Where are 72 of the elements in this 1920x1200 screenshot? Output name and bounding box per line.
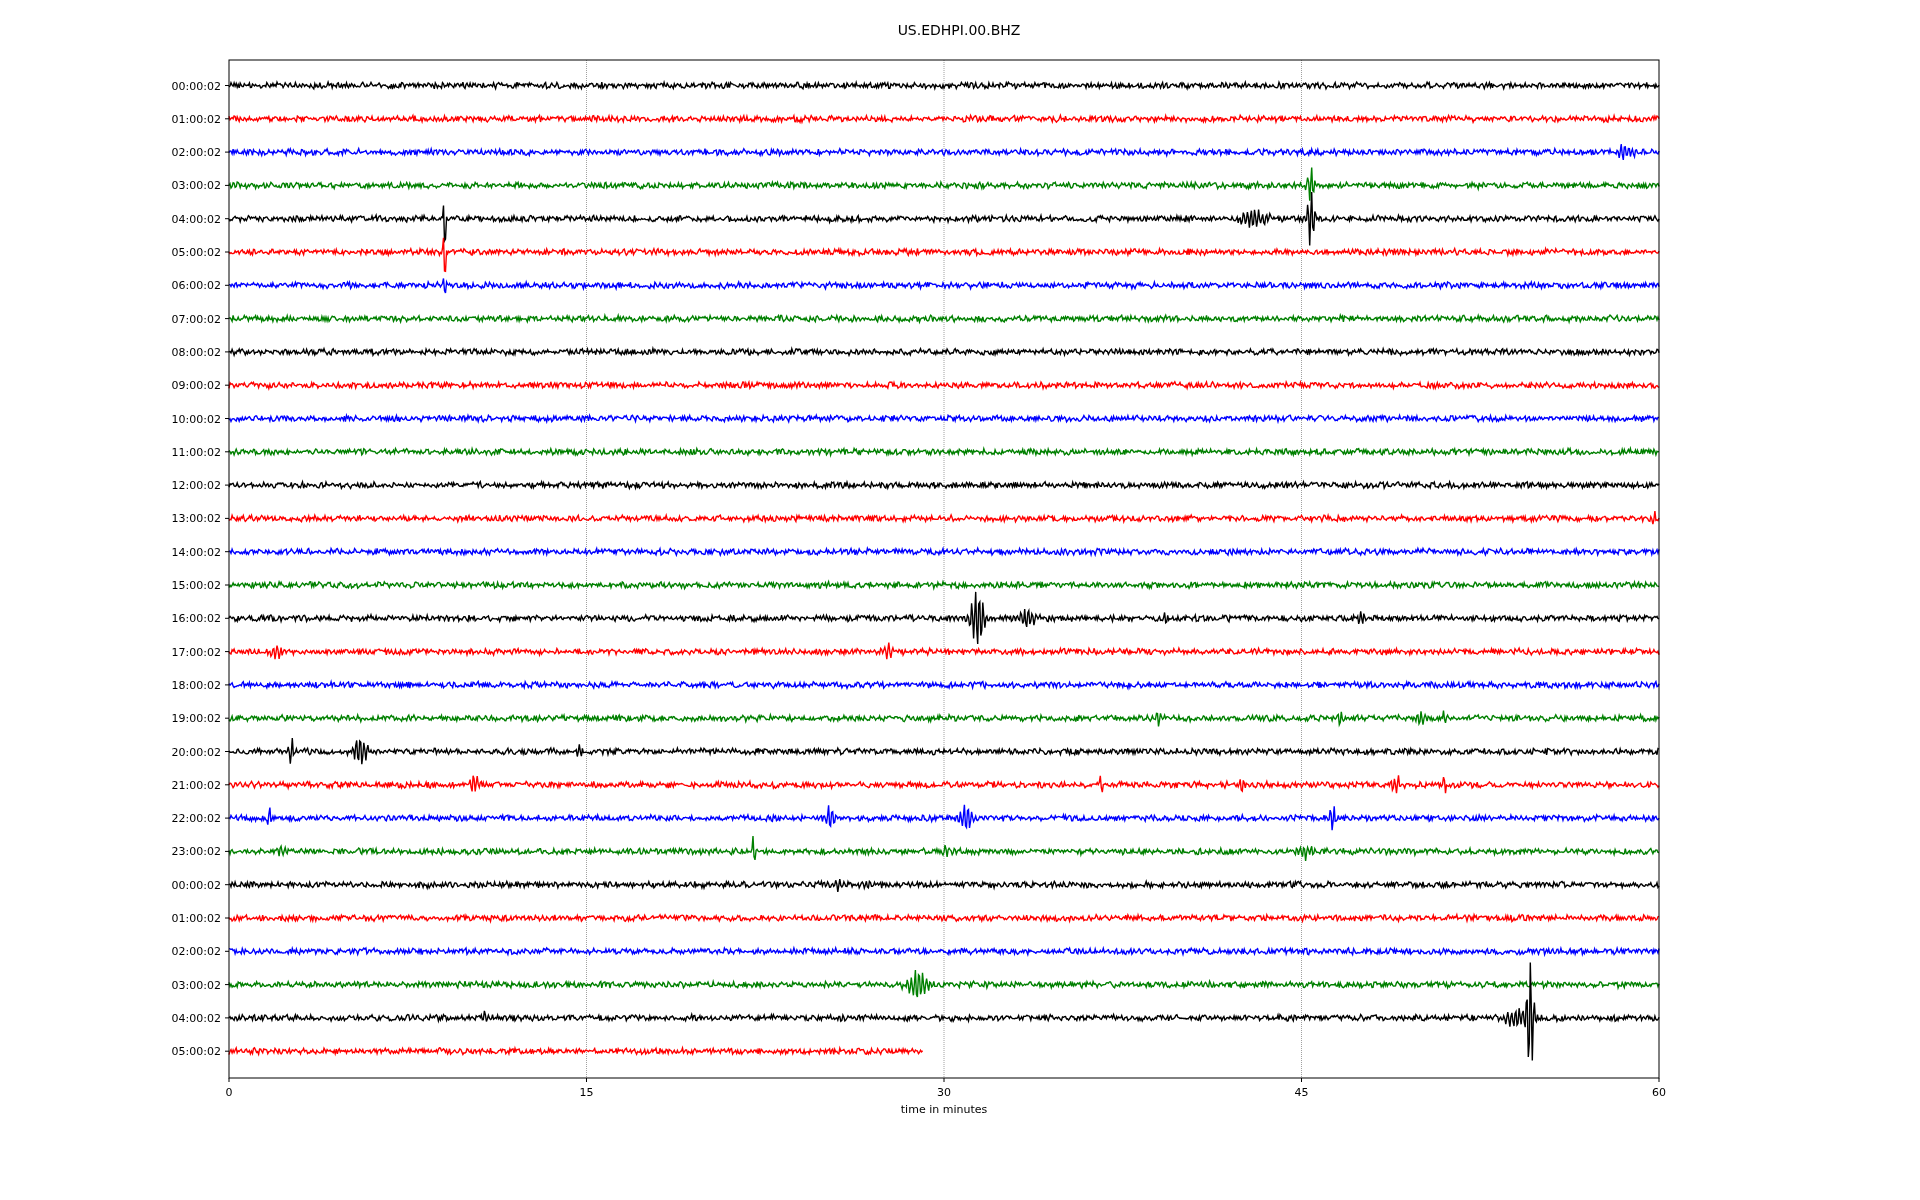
tick-mark (224, 584, 230, 586)
y-tick-label: 15:00:02 (171, 579, 221, 592)
tick-mark (224, 318, 230, 320)
y-tick-label: 04:00:02 (171, 212, 221, 226)
tick-mark (943, 1077, 945, 1083)
y-tick-label: 00:00:02 (171, 79, 221, 93)
y-tick-label: 01:00:02 (171, 112, 221, 126)
tick-mark (224, 917, 230, 919)
y-tick-label: 13:00:02 (171, 512, 221, 526)
y-tick-label: 04:00:02 (171, 1011, 221, 1025)
plot-title: US.EDHPI.00.BHZ (897, 22, 1021, 38)
tick-mark (224, 451, 230, 453)
x-axis-label: time in minutes (900, 1103, 988, 1116)
tick-mark (224, 984, 230, 986)
y-tick-label: 01:00:02 (171, 912, 221, 925)
y-tick-label: 05:00:02 (171, 1045, 221, 1059)
tick-mark (224, 251, 230, 253)
y-tick-label: 18:00:02 (171, 678, 221, 692)
tick-mark (224, 651, 230, 653)
y-tick-label: 22:00:02 (171, 812, 221, 826)
y-tick-label: 03:00:02 (171, 978, 221, 992)
tick-mark (224, 1050, 230, 1052)
tick-mark (224, 1017, 230, 1019)
y-tick-label: 02:00:02 (171, 945, 221, 959)
x-tick-label: 30 (937, 1086, 951, 1099)
tick-mark (224, 617, 230, 619)
tick-mark (224, 717, 230, 719)
y-tick-label: 07:00:02 (171, 312, 221, 326)
tick-mark (224, 551, 230, 553)
tick-mark (224, 151, 230, 153)
tick-mark (224, 950, 230, 952)
y-tick-label: 14:00:02 (171, 545, 221, 559)
tick-mark (224, 484, 230, 486)
tick-mark (224, 184, 230, 186)
tick-mark (224, 284, 230, 286)
y-tick-label: 08:00:02 (171, 345, 221, 359)
tick-mark (224, 351, 230, 353)
y-tick-label: 02:00:02 (171, 146, 221, 160)
x-tick-label: 15 (579, 1086, 594, 1099)
tick-mark (224, 817, 230, 819)
y-tick-label: 11:00:02 (171, 445, 221, 459)
tick-mark (1301, 1077, 1302, 1083)
tick-mark (228, 1077, 230, 1083)
tick-mark (224, 884, 230, 886)
tick-mark (586, 1077, 587, 1083)
tick-mark (224, 384, 230, 386)
y-tick-label: 06:00:02 (171, 279, 221, 293)
y-tick-label: 03:00:02 (171, 179, 221, 193)
tick-mark (1658, 1077, 1660, 1083)
tick-mark (224, 118, 230, 120)
y-tick-label: 12:00:02 (171, 479, 221, 493)
y-tick-label: 05:00:02 (171, 246, 221, 259)
y-tick-label: 23:00:02 (171, 845, 221, 859)
y-tick-label: 21:00:02 (171, 778, 221, 792)
x-tick-label: 0 (225, 1086, 233, 1099)
tick-mark (224, 517, 230, 519)
tick-mark (224, 418, 230, 419)
y-tick-label: 10:00:02 (171, 412, 221, 426)
y-tick-label: 00:00:02 (171, 878, 221, 892)
tick-mark (224, 784, 230, 786)
tick-mark (224, 684, 230, 686)
y-tick-label: 20:00:02 (171, 745, 221, 759)
x-tick-label: 45 (1294, 1086, 1309, 1099)
tick-mark (224, 751, 230, 752)
y-tick-label: 17:00:02 (171, 645, 221, 659)
tick-mark (224, 85, 230, 86)
tick-mark (224, 218, 230, 220)
y-tick-label: 19:00:02 (171, 712, 221, 726)
tick-mark (224, 850, 230, 852)
x-tick-label: 60 (1652, 1086, 1666, 1099)
y-tick-label: 09:00:02 (171, 379, 221, 393)
y-tick-label: 16:00:02 (171, 612, 221, 626)
